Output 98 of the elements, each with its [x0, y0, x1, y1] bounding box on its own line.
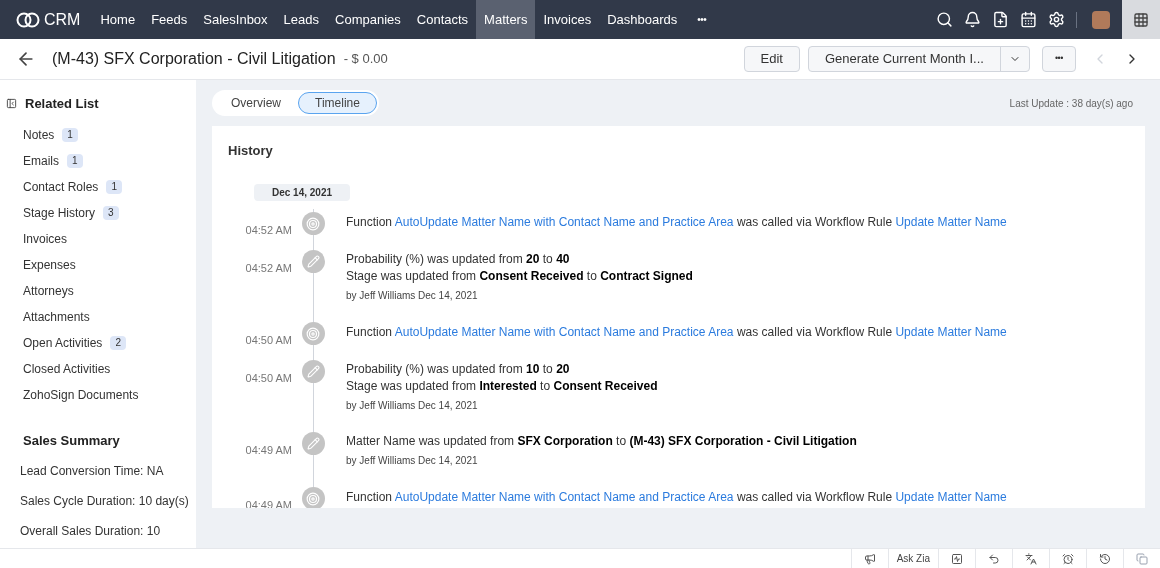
target-icon [306, 326, 320, 341]
related-list-item[interactable]: Expenses [23, 251, 196, 278]
item-label: Emails [23, 152, 59, 170]
item-label: Attachments [23, 308, 90, 326]
count-badge: 1 [62, 127, 78, 142]
notification-bell-icon[interactable] [964, 11, 981, 28]
item-label: ZohoSign Documents [23, 386, 139, 404]
record-amount: - $ 0.00 [343, 50, 388, 69]
function-link[interactable]: AutoUpdate Matter Name with Contact Name and Practice Area [394, 215, 734, 229]
more-actions-button[interactable]: ••• [1041, 46, 1076, 72]
workflow-rule-link[interactable]: Update Matter Name [895, 325, 1007, 339]
history-icon[interactable] [1099, 552, 1111, 565]
entry-author: by Jeff Williams Dec 14, 2021 [346, 289, 479, 303]
view-tab[interactable]: Overview [214, 92, 298, 114]
translate-icon[interactable] [1025, 552, 1037, 565]
alarm-clock-icon[interactable] [1062, 552, 1074, 565]
nav-tab[interactable]: SalesInbox [195, 0, 276, 39]
sales-summary-title: Sales Summary [22, 431, 121, 450]
add-note-icon[interactable] [992, 11, 1009, 28]
nav-tab[interactable]: Invoices [535, 0, 600, 39]
entry-text: Function AutoUpdate Matter Name with Contact Name and Practice Area was called via Workflow Rule Update Matter Name [346, 214, 1008, 231]
related-list-item[interactable]: Contact Roles 1 [23, 173, 196, 200]
last-update-text: Last Update : 38 day(s) ago [1009, 96, 1134, 111]
entry-author: by Jeff Williams Dec 14, 2021 [346, 454, 479, 468]
pencil-icon [306, 255, 320, 268]
date-chip: Dec 14, 2021 [254, 184, 351, 201]
brand-name: CRM [44, 9, 81, 30]
settings-icon[interactable] [1048, 11, 1065, 28]
related-list-item[interactable]: Attorneys [23, 277, 196, 304]
grid-icon [1133, 11, 1149, 28]
item-label: Stage History [23, 204, 96, 222]
item-label: Attorneys [23, 282, 74, 300]
item-label: Notes [23, 126, 55, 144]
related-list-item[interactable]: Notes 1 [23, 121, 196, 148]
pencil-icon [306, 365, 320, 378]
apps-grid-button[interactable] [1122, 0, 1160, 39]
history-title: History [228, 143, 273, 158]
nav-tab[interactable]: Feeds [143, 0, 196, 39]
count-badge: 1 [106, 179, 122, 194]
undo-icon[interactable] [988, 552, 1000, 565]
edit-button[interactable]: Edit [743, 46, 800, 72]
item-label: Open Activities [23, 334, 103, 352]
count-badge: 3 [103, 205, 119, 220]
function-link[interactable]: AutoUpdate Matter Name with Contact Name and Practice Area [394, 490, 734, 504]
entry-text: Function AutoUpdate Matter Name with Contact Name and Practice Area was called via Workflow Rule Update Matter Name [346, 324, 1008, 341]
view-tab[interactable]: Timeline [298, 92, 377, 114]
related-list-item[interactable]: Open Activities 2 [23, 329, 196, 356]
summary-text: Overall Sales Duration: 10 [19, 523, 162, 540]
calendar-icon[interactable] [1020, 11, 1037, 28]
more-tabs-button[interactable]: ••• [685, 0, 719, 39]
entry-author: by Jeff Williams Dec 14, 2021 [346, 399, 479, 413]
related-list-item[interactable]: Closed Activities [23, 355, 196, 382]
entry-text: Probability (%) was updated from 10 to 20 [346, 361, 571, 378]
workflow-rule-link[interactable]: Update Matter Name [895, 490, 1007, 504]
function-link[interactable]: AutoUpdate Matter Name with Contact Name and Practice Area [394, 325, 734, 339]
logo-icon [16, 10, 40, 29]
related-list-item[interactable]: ZohoSign Documents [23, 381, 196, 408]
nav-tab[interactable]: Matters [476, 0, 536, 39]
count-badge: 1 [67, 153, 83, 168]
item-label: Expenses [23, 256, 76, 274]
workflow-rule-link[interactable]: Update Matter Name [895, 215, 1007, 229]
related-list-title: Related List [25, 95, 99, 113]
collapse-icon[interactable] [6, 98, 17, 110]
nav-tab[interactable]: Dashboards [599, 0, 686, 39]
item-label: Invoices [23, 230, 68, 248]
target-icon [306, 491, 320, 506]
nav-tab[interactable]: Leads [275, 0, 327, 39]
entry-text: Stage was updated from Interested to Consent Received [346, 378, 659, 395]
megaphone-icon[interactable] [863, 552, 876, 565]
record-title: (M-43) SFX Corporation - Civil Litigation [52, 49, 336, 69]
item-label: Contact Roles [23, 178, 99, 196]
related-list-item[interactable]: Stage History 3 [23, 199, 196, 226]
related-list-item[interactable]: Attachments [23, 303, 196, 330]
search-icon[interactable] [936, 11, 953, 28]
related-list-item[interactable]: Invoices [23, 225, 196, 252]
entry-time: 04:52 AM [245, 224, 292, 236]
nav-tab[interactable]: Contacts [408, 0, 477, 39]
chart-icon[interactable] [951, 552, 963, 565]
nav-tab[interactable]: Companies [327, 0, 409, 39]
nav-tab[interactable]: Home [92, 0, 144, 39]
entry-time: 04:50 AM [245, 334, 292, 346]
count-badge: 2 [110, 335, 126, 350]
entry-text: Probability (%) was updated from 20 to 40 [346, 251, 571, 268]
entry-time: 04:52 AM [245, 262, 292, 274]
ask-zia-button[interactable]: Ask Zia [887, 549, 938, 568]
entry-text: Matter Name was updated from SFX Corporation to (M-43) SFX Corporation - Civil Litigation [346, 433, 858, 450]
pencil-icon [306, 437, 320, 450]
generate-invoice-button[interactable]: Generate Current Month I... [808, 47, 1000, 71]
entry-time: 04:50 AM [245, 372, 292, 384]
summary-text: Lead Conversion Time: NA [19, 463, 165, 480]
item-label: Closed Activities [23, 360, 111, 378]
related-list-item[interactable]: Emails 1 [23, 147, 196, 174]
entry-text: Stage was updated from Consent Received to Contract Signed [346, 268, 694, 285]
summary-text: Sales Cycle Duration: 10 day(s) [19, 493, 190, 510]
target-icon [306, 216, 320, 231]
avatar[interactable] [1092, 10, 1110, 29]
entry-text: Function AutoUpdate Matter Name with Contact Name and Practice Area was called via Workflow Rule Update Matter Name [346, 489, 1008, 506]
entry-time: 04:49 AM [245, 444, 292, 456]
